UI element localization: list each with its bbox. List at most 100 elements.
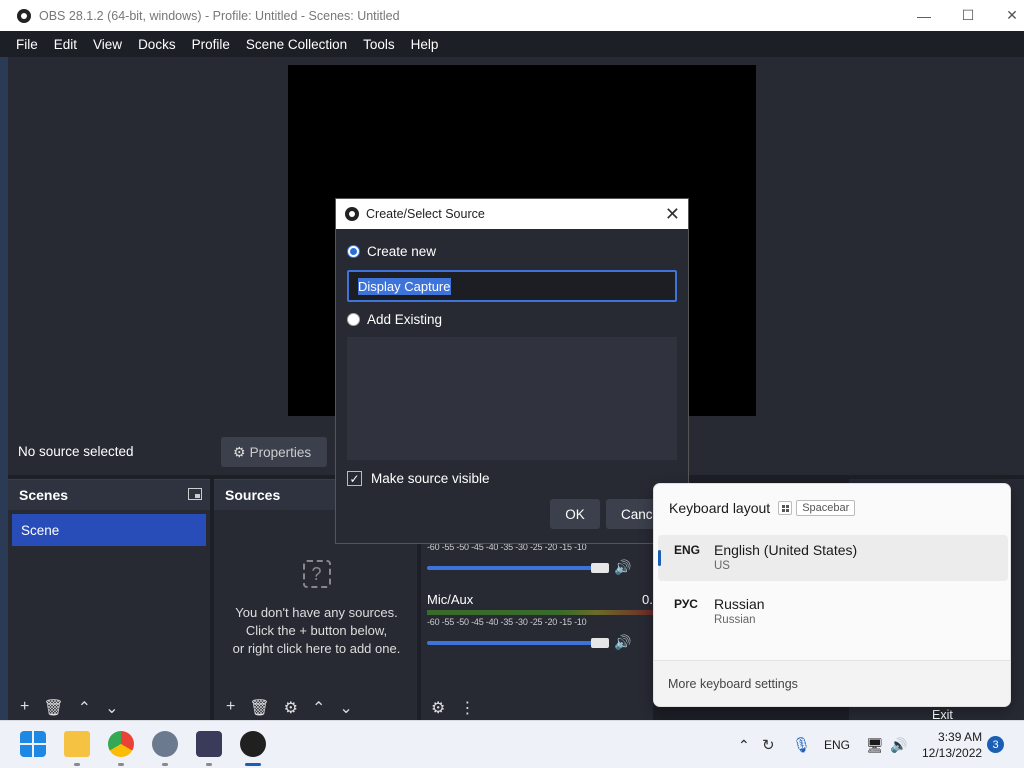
meter-ticks: -60 -55 -50 -45 -40 -35 -30 -25 -20 -15 …: [427, 617, 587, 627]
add-existing-label: Add Existing: [367, 312, 443, 327]
chrome-icon[interactable]: [108, 731, 134, 757]
move-up-icon[interactable]: ⌃: [312, 698, 325, 720]
window-titlebar: OBS 28.1.2 (64-bit, windows) - Profile: …: [0, 0, 1024, 31]
menu-edit[interactable]: Edit: [46, 37, 85, 52]
microphone-icon[interactable]: 🎙: [792, 721, 811, 768]
layout-code: ENG: [674, 543, 701, 557]
input-language-indicator[interactable]: ENG: [824, 721, 850, 768]
more-keyboard-settings-link[interactable]: More keyboard settings: [654, 660, 1010, 706]
make-visible-checkbox[interactable]: ✓ Make source visible: [347, 471, 490, 486]
file-explorer-icon[interactable]: [64, 731, 90, 757]
menu-docks[interactable]: Docks: [130, 37, 184, 52]
video-editor-icon[interactable]: [196, 731, 222, 757]
minimize-button[interactable]: —: [902, 0, 946, 31]
menu-help[interactable]: Help: [403, 37, 447, 52]
layout-name: Russian: [714, 596, 765, 612]
running-indicator: [206, 763, 212, 766]
trash-icon[interactable]: 🗑: [249, 698, 269, 720]
mixer-toolbar: ⚙ ⋮: [421, 698, 475, 720]
radio-unselected-icon: [347, 313, 360, 326]
trash-icon[interactable]: 🗑: [43, 698, 63, 720]
gear-icon[interactable]: ⚙: [284, 698, 298, 720]
scene-item-label: Scene: [21, 522, 60, 538]
close-icon[interactable]: ✕: [665, 204, 680, 225]
dialog-title: Create/Select Source: [366, 207, 485, 221]
settings-icon[interactable]: [152, 731, 178, 757]
menu-profile[interactable]: Profile: [184, 37, 238, 52]
make-visible-label: Make source visible: [371, 471, 490, 486]
question-icon: ?: [302, 560, 331, 588]
add-existing-radio[interactable]: Add Existing: [347, 312, 442, 327]
gear-icon[interactable]: ⚙: [431, 698, 445, 720]
volume-knob[interactable]: [591, 563, 609, 573]
show-hidden-icons-icon[interactable]: ⌃: [738, 721, 750, 768]
menu-bar: File Edit View Docks Profile Scene Colle…: [0, 31, 1024, 57]
ok-button[interactable]: OK: [550, 499, 600, 529]
sync-error-icon[interactable]: ↻: [762, 721, 775, 768]
keyboard-layout-header: Keyboard layout Spacebar: [669, 500, 856, 516]
notification-badge[interactable]: 3: [987, 736, 1004, 753]
volume-slider[interactable]: [427, 566, 597, 570]
gear-icon: ⚙: [233, 443, 246, 460]
add-icon[interactable]: +: [226, 698, 235, 720]
menu-view[interactable]: View: [85, 37, 130, 52]
add-icon[interactable]: +: [20, 698, 29, 720]
clock-time: 3:39 AM: [938, 730, 983, 744]
clock-date: 12/13/2022: [922, 746, 983, 760]
speaker-icon[interactable]: 🔊: [614, 559, 631, 576]
create-new-label: Create new: [367, 244, 437, 259]
properties-label: Properties: [249, 444, 312, 460]
maximize-button[interactable]: ☐: [946, 0, 990, 31]
keyboard-layout-title: Keyboard layout: [669, 500, 771, 516]
volume-meter: [427, 610, 653, 615]
layout-option-russian[interactable]: РУС Russian Russian: [658, 589, 1008, 635]
sources-toolbar: + 🗑 ⚙ ⌃ ⌄: [214, 698, 353, 720]
move-down-icon[interactable]: ⌄: [105, 698, 118, 720]
move-down-icon[interactable]: ⌄: [339, 698, 352, 720]
layout-sub: Russian: [714, 614, 756, 626]
start-icon[interactable]: [20, 731, 46, 757]
clock[interactable]: 3:39 AM 12/13/2022: [922, 729, 982, 761]
existing-sources-list[interactable]: [347, 337, 677, 460]
layout-option-english[interactable]: ENG English (United States) US: [658, 535, 1008, 581]
taskbar: ⌃ ↻ 🎙 ENG 🖥 🔊 3:39 AM 12/13/2022: [0, 720, 1024, 768]
source-name-value: Display Capture: [358, 277, 451, 295]
source-name-input[interactable]: Display Capture: [347, 270, 677, 302]
create-source-dialog: Create/Select Source ✕ Create new Displa…: [335, 198, 689, 544]
move-up-icon[interactable]: ⌃: [78, 698, 91, 720]
speaker-icon[interactable]: 🔊: [614, 634, 631, 651]
radio-selected-icon: [347, 245, 360, 258]
running-indicator: [118, 763, 124, 766]
undock-icon[interactable]: [188, 488, 202, 500]
volume-slider[interactable]: [427, 641, 597, 645]
scene-item[interactable]: Scene: [12, 514, 206, 546]
mic-aux-label: Mic/Aux: [427, 592, 474, 607]
empty-line-1: You don't have any sources.: [235, 605, 398, 620]
obs-icon[interactable]: [240, 731, 266, 757]
menu-scene-collection[interactable]: Scene Collection: [238, 37, 355, 52]
mic-aux-value: 0.: [642, 592, 653, 607]
scenes-dock: Scenes Scene + 🗑 ⌃ ⌄: [8, 479, 210, 720]
sources-empty-state[interactable]: ? You don't have any sources. Click the …: [214, 560, 419, 658]
volume-icon[interactable]: 🔊: [890, 721, 907, 768]
keyboard-layout-popup: Keyboard layout Spacebar ENG English (Un…: [653, 483, 1011, 707]
network-icon[interactable]: 🖥: [866, 721, 884, 768]
checkmark-icon: ✓: [347, 471, 362, 486]
properties-button[interactable]: ⚙ Properties: [221, 437, 327, 467]
close-window-button[interactable]: ✕: [990, 0, 1024, 31]
more-icon[interactable]: ⋮: [459, 698, 475, 720]
empty-line-2: Click the + button below,: [245, 623, 388, 638]
left-edge-strip: [0, 57, 8, 720]
selected-indicator: [658, 550, 661, 566]
menu-file[interactable]: File: [8, 37, 46, 52]
layout-code: РУС: [674, 597, 698, 611]
no-source-label: No source selected: [18, 444, 134, 459]
dialog-titlebar: Create/Select Source ✕: [336, 199, 688, 229]
active-indicator: [245, 763, 261, 766]
create-new-radio[interactable]: Create new: [347, 244, 436, 259]
menu-tools[interactable]: Tools: [355, 37, 403, 52]
window-title: OBS 28.1.2 (64-bit, windows) - Profile: …: [39, 8, 400, 23]
spacebar-key: Spacebar: [796, 500, 856, 516]
volume-knob[interactable]: [591, 638, 609, 648]
layout-name: English (United States): [714, 542, 858, 558]
